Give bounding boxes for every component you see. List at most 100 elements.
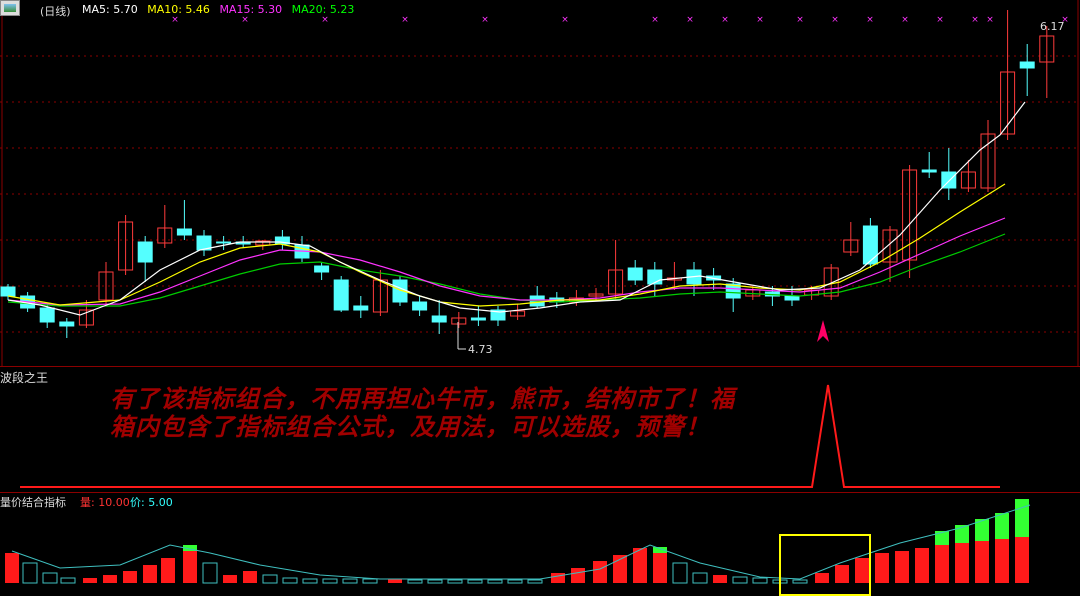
candle-body <box>176 228 192 236</box>
candle-body <box>921 169 937 173</box>
signal-marker: × <box>481 15 489 25</box>
volume-bar <box>5 553 19 583</box>
volume-bar <box>895 551 909 583</box>
volume-bar <box>447 579 463 584</box>
signal-marker: × <box>866 15 874 25</box>
volume-param: 量: 10.00 <box>80 496 130 509</box>
volume-bar <box>407 579 423 584</box>
volume-bar <box>427 579 443 584</box>
volume-bar <box>282 577 298 584</box>
candle-body <box>314 265 330 273</box>
signal-marker: × <box>796 15 804 25</box>
signal-marker: × <box>561 15 569 25</box>
volume-bar <box>42 572 58 584</box>
volume-bar <box>653 553 667 583</box>
candle-body <box>59 321 75 327</box>
volume-bar <box>672 562 688 584</box>
signal-marker: × <box>171 15 179 25</box>
volume-bar <box>143 565 157 583</box>
volume-bar <box>975 541 989 583</box>
volume-bar <box>161 558 175 583</box>
candle-body <box>0 286 16 297</box>
volume-bar <box>935 545 949 583</box>
volume-price-panel[interactable]: 量价结合指标 量: 10.00 价: 5.00 <box>0 492 1080 596</box>
signal-marker: × <box>986 15 994 25</box>
volume-bar <box>752 577 768 584</box>
candle-body <box>627 267 643 281</box>
volume-bar <box>388 579 402 583</box>
candle-body <box>216 241 232 244</box>
volume-bar <box>593 561 607 583</box>
volume-bar <box>183 551 197 583</box>
candlestick-chart[interactable]: × × × × × × × × × × × × × × × × × × <box>0 0 1080 366</box>
volume-bar <box>302 578 318 584</box>
volume-bar-cap <box>995 513 1009 539</box>
signal-marker: × <box>651 15 659 25</box>
volume-bar <box>855 558 869 583</box>
volume-bar <box>103 575 117 583</box>
low-price-label: 4.73 <box>468 343 493 356</box>
ma20-line <box>7 233 1006 307</box>
signal-marker: × <box>686 15 694 25</box>
volume-bar <box>732 576 748 584</box>
volume-bar <box>467 579 483 584</box>
volume-bar-cap <box>1015 499 1029 537</box>
app-icon <box>0 0 20 16</box>
ma5-line <box>7 101 1026 316</box>
candle-body <box>412 301 428 311</box>
volume-bar <box>123 571 137 583</box>
signal-marker: × <box>721 15 729 25</box>
candle-body <box>39 307 55 323</box>
signal-marker: × <box>936 15 944 25</box>
candle-body <box>431 315 447 323</box>
signal-marker: × <box>321 15 329 25</box>
volume-bar <box>551 573 565 583</box>
ma20-label: MA20: 5.23 <box>291 3 355 16</box>
ma10-label: MA10: 5.46 <box>147 3 210 16</box>
volume-bar <box>713 575 727 583</box>
price-param: 价: 5.00 <box>130 496 173 509</box>
volume-bar <box>995 539 1009 583</box>
signal-marker: × <box>831 15 839 25</box>
signal-marker: × <box>971 15 979 25</box>
volume-bar <box>571 568 585 583</box>
volume-bar <box>527 579 543 584</box>
volume-bar <box>322 578 338 584</box>
volume-bar <box>243 571 257 583</box>
wave-indicator-panel[interactable]: 波段之王 有了该指标组合，不用再担心牛市，熊市，结构市了！福箱内包含了指标组合公… <box>0 366 1080 492</box>
ma5-label: MA5: 5.70 <box>82 3 138 16</box>
ma-legend: MA5: 5.70 MA10: 5.46 MA15: 5.30 MA20: 5.… <box>82 3 354 16</box>
volume-bar <box>342 578 358 584</box>
volume-bar <box>815 573 829 583</box>
candle-body <box>862 225 878 265</box>
main-chart-panel[interactable]: × × × × × × × × × × × × × × × × × × (日线) MA5: 5.70 MA10: … <box>0 0 1080 366</box>
candle-body <box>333 279 349 311</box>
volume-bar <box>955 543 969 583</box>
buy-arrow <box>817 320 829 342</box>
candle-body <box>353 305 369 311</box>
volume-bar <box>792 579 808 584</box>
high-price-label: 6.17 <box>1040 20 1065 33</box>
volume-price-title: 量价结合指标 <box>0 496 66 509</box>
signal-marker: × <box>756 15 764 25</box>
candle-body <box>137 241 153 263</box>
ma15-label: MA15: 5.30 <box>219 3 283 16</box>
volume-bar <box>22 562 38 584</box>
volume-bar-cap <box>935 531 949 545</box>
volume-bar <box>1015 537 1029 583</box>
volume-bar <box>362 578 378 584</box>
volume-bar <box>83 578 97 583</box>
signal-marker: × <box>241 15 249 25</box>
volume-bar <box>633 548 647 583</box>
volume-bar <box>223 575 237 583</box>
promo-overlay-text: 有了该指标组合，不用再担心牛市，熊市，结构市了！福箱内包含了指标组合公式，及用法… <box>110 384 735 441</box>
candle-body <box>1019 61 1035 69</box>
volume-bar <box>875 553 889 583</box>
candle-body <box>470 317 486 321</box>
candle-body <box>647 269 663 285</box>
volume-bar <box>60 577 76 584</box>
volume-bar <box>487 579 503 584</box>
volume-bar <box>262 574 278 584</box>
volume-bar <box>202 562 218 584</box>
volume-bar <box>915 548 929 583</box>
